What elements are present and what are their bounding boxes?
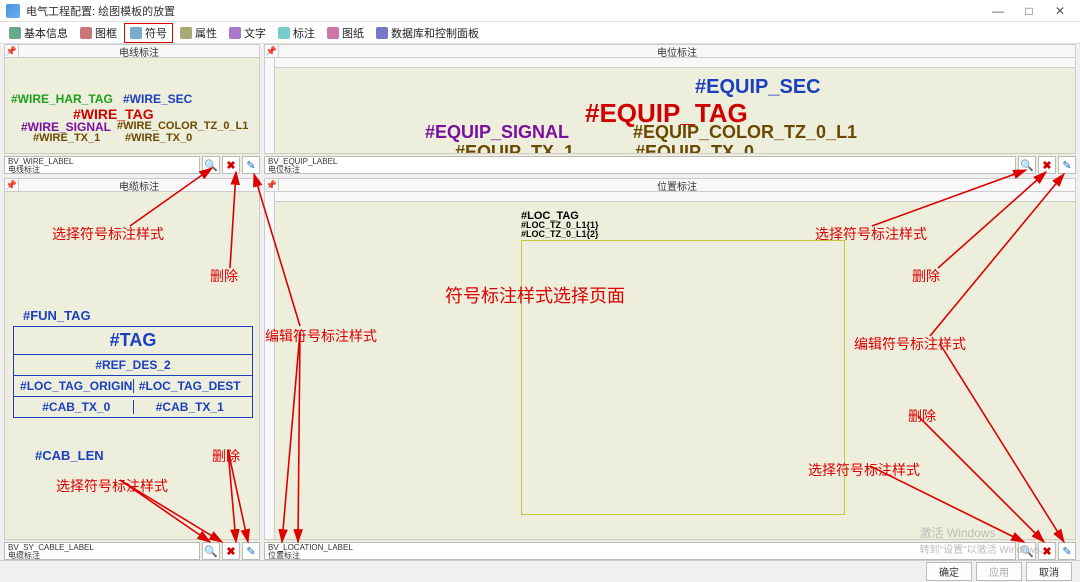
tab-drawing[interactable]: 图纸 bbox=[322, 24, 369, 42]
pane-title: 位置标注 bbox=[279, 178, 1075, 193]
footer-label: BV_WIRE_LABEL 电线标注 bbox=[4, 156, 200, 174]
delete-button[interactable]: ✖ bbox=[1038, 156, 1056, 174]
ann-delete-2: 删除 bbox=[912, 266, 940, 286]
tag-table: #TAG #REF_DES_2 #LOC_TAG_ORIGIN#LOC_TAG_… bbox=[13, 326, 253, 418]
cancel-button[interactable]: 取消 bbox=[1026, 562, 1072, 581]
window-title: 电气工程配置: 绘图模板的放置 bbox=[26, 3, 984, 19]
ann-delete-4: 删除 bbox=[212, 446, 240, 466]
dialog-footer: 确定 应用 取消 bbox=[0, 560, 1080, 582]
tab-text[interactable]: 文字 bbox=[224, 24, 271, 42]
close-button[interactable]: ✕ bbox=[1046, 4, 1074, 18]
variable-label: #WIRE_HAR_TAG bbox=[11, 92, 113, 106]
variable-label: #EQUIP_TX_0 bbox=[635, 142, 754, 154]
maximize-button[interactable]: □ bbox=[1015, 4, 1043, 18]
apply-button[interactable]: 应用 bbox=[976, 562, 1022, 581]
edit-button[interactable]: ✎ bbox=[242, 156, 260, 174]
pane-title: 电位标注 bbox=[279, 44, 1075, 59]
delete-button[interactable]: ✖ bbox=[222, 542, 240, 560]
edit-button[interactable]: ✎ bbox=[1058, 542, 1076, 560]
tab-attribute[interactable]: 属性 bbox=[175, 24, 222, 42]
ann-delete-1: 删除 bbox=[210, 266, 238, 286]
pin-icon[interactable]: 📌 bbox=[5, 179, 19, 191]
variable-label: #LOC_TX_0 bbox=[521, 538, 583, 540]
ann-page-title: 符号标注样式选择页面 bbox=[445, 282, 625, 308]
cab-len: #CAB_LEN bbox=[35, 448, 104, 463]
canvas-location[interactable]: #LOC_TAG#LOC_TZ_0_L1{1}#LOC_TZ_0_L1{2}#L… bbox=[264, 192, 1076, 540]
tab-symbol[interactable]: 符号 bbox=[124, 23, 173, 43]
search-button[interactable]: 🔍 bbox=[202, 156, 220, 174]
ann-select-2: 选择符号标注样式 bbox=[815, 224, 927, 244]
ok-button[interactable]: 确定 bbox=[926, 562, 972, 581]
ann-select-1: 选择符号标注样式 bbox=[52, 224, 164, 244]
footer-label: BV_SY_CABLE_LABEL 电缆标注 bbox=[4, 542, 200, 560]
canvas-wire[interactable]: #WIRE_HAR_TAG#WIRE_SEC#WIRE_TAG#WIRE_SIG… bbox=[4, 58, 260, 154]
main-toolbar: 基本信息 图框 符号 属性 文字 标注 图纸 数据库和控制面板 bbox=[0, 22, 1080, 44]
pane-title: 电缆标注 bbox=[19, 178, 259, 193]
search-button[interactable]: 🔍 bbox=[202, 542, 220, 560]
ann-delete-3: 删除 bbox=[908, 406, 936, 426]
variable-label: #EQUIP_SEC bbox=[695, 76, 821, 99]
variable-label: #WIRE_COLOR_TZ_0_L1 bbox=[117, 120, 248, 132]
fun-tag: #FUN_TAG bbox=[23, 308, 91, 323]
watermark: 激活 Windows 转到"设置"以激活 Windows。 bbox=[920, 524, 1050, 556]
edit-button[interactable]: ✎ bbox=[1058, 156, 1076, 174]
pane-title: 电线标注 bbox=[19, 44, 259, 59]
tab-annotation[interactable]: 标注 bbox=[273, 24, 320, 42]
ann-select-3: 选择符号标注样式 bbox=[808, 460, 920, 480]
pin-icon[interactable]: 📌 bbox=[5, 45, 19, 57]
tab-basic-info[interactable]: 基本信息 bbox=[4, 24, 73, 42]
workspace: 📌电线标注 #WIRE_HAR_TAG#WIRE_SEC#WIRE_TAG#WI… bbox=[0, 44, 1080, 560]
ann-edit-2: 编辑符号标注样式 bbox=[854, 334, 966, 354]
variable-label: #WIRE_SEC bbox=[123, 92, 192, 106]
variable-label: #EQUIP_SIGNAL bbox=[425, 122, 569, 143]
variable-label: #EQUIP_TX_1 bbox=[455, 142, 574, 154]
pane-equip-label: 📌电位标注 #EQUIP_SEC#EQUIP_TAG#EQUIP_SIGNAL#… bbox=[264, 44, 1076, 174]
edit-button[interactable]: ✎ bbox=[242, 542, 260, 560]
minimize-button[interactable]: — bbox=[984, 4, 1012, 18]
ann-select-4: 选择符号标注样式 bbox=[56, 476, 168, 496]
app-icon bbox=[6, 4, 20, 18]
variable-label: #LOC_TZ_0_L1{2} bbox=[521, 229, 599, 239]
search-button[interactable]: 🔍 bbox=[1018, 156, 1036, 174]
footer-label: BV_EQUIP_LABEL 电位标注 bbox=[264, 156, 1016, 174]
pin-icon[interactable]: 📌 bbox=[265, 179, 279, 191]
tab-database[interactable]: 数据库和控制面板 bbox=[371, 24, 484, 42]
pane-wire-label: 📌电线标注 #WIRE_HAR_TAG#WIRE_SEC#WIRE_TAG#WI… bbox=[4, 44, 260, 174]
pin-icon[interactable]: 📌 bbox=[265, 45, 279, 57]
delete-button[interactable]: ✖ bbox=[222, 156, 240, 174]
variable-label: #EQUIP_COLOR_TZ_0_L1 bbox=[633, 122, 857, 143]
footer-label: BV_LOCATION_LABEL 位置标注 bbox=[264, 542, 1016, 560]
pane-location-label: 📌位置标注 #LOC_TAG#LOC_TZ_0_L1{1}#LOC_TZ_0_L… bbox=[264, 178, 1076, 560]
variable-label: #WIRE_TX_0 bbox=[125, 132, 192, 144]
canvas-equip[interactable]: #EQUIP_SEC#EQUIP_TAG#EQUIP_SIGNAL#EQUIP_… bbox=[264, 58, 1076, 154]
titlebar: 电气工程配置: 绘图模板的放置 — □ ✕ bbox=[0, 0, 1080, 22]
tab-frame[interactable]: 图框 bbox=[75, 24, 122, 42]
ann-edit-1: 编辑符号标注样式 bbox=[265, 326, 377, 346]
variable-label: #WIRE_TX_1 bbox=[33, 132, 100, 144]
